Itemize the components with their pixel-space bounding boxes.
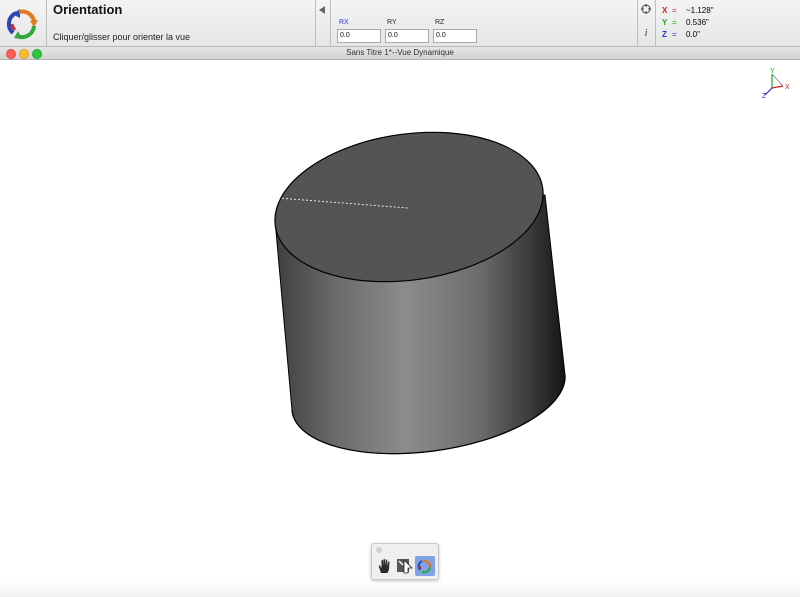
window-titlebar: Sans Titre 1*--Vue Dynamique bbox=[0, 47, 800, 60]
tool-palette: Orientation Cliquer/glisser pour oriente… bbox=[0, 0, 800, 47]
window-title: Sans Titre 1*--Vue Dynamique bbox=[346, 48, 454, 57]
separator bbox=[330, 0, 331, 46]
viewport-bottom-edge bbox=[0, 582, 800, 597]
triad-x-label: X bbox=[785, 84, 790, 91]
pan-hand-icon[interactable] bbox=[375, 556, 395, 576]
rz-input[interactable]: 0.0 bbox=[433, 29, 477, 43]
triad-y-label: Y bbox=[770, 68, 775, 75]
y-value: 0.536" bbox=[686, 18, 709, 27]
x-label: X bbox=[662, 6, 668, 15]
triad-z-label: Z bbox=[762, 93, 767, 100]
separator bbox=[655, 0, 656, 46]
tool-hint: Cliquer/glisser pour orienter la vue bbox=[53, 32, 191, 42]
snap-target-icon[interactable] bbox=[641, 4, 651, 14]
rx-label: RX bbox=[339, 19, 349, 26]
separator bbox=[315, 0, 316, 46]
rx-input[interactable]: 0.0 bbox=[337, 29, 381, 43]
3d-viewport[interactable]: Y X Z bbox=[0, 60, 800, 597]
separator bbox=[637, 0, 638, 46]
axis-triad: Y X Z bbox=[762, 68, 790, 100]
coordinate-readout: X = ~1.128" Y = 0.536" Z = 0.0" bbox=[662, 6, 714, 39]
ry-input[interactable]: 0.0 bbox=[385, 29, 429, 43]
rz-label: RZ bbox=[435, 19, 445, 26]
ry-label: RY bbox=[387, 19, 397, 26]
zoom-icon[interactable] bbox=[395, 556, 415, 576]
view-tools-palette bbox=[371, 543, 439, 580]
palette-close-button[interactable] bbox=[376, 547, 382, 553]
y-label: Y bbox=[662, 18, 668, 27]
z-label: Z bbox=[662, 30, 667, 39]
tool-title: Orientation bbox=[53, 2, 123, 17]
info-icon[interactable]: i bbox=[641, 29, 651, 39]
collapse-arrow-icon[interactable] bbox=[319, 6, 325, 14]
x-value: ~1.128" bbox=[686, 6, 714, 15]
orbit-rotate-icon bbox=[6, 9, 38, 40]
separator bbox=[46, 0, 47, 46]
orbit-rotate-icon[interactable] bbox=[415, 556, 435, 576]
z-value: 0.0" bbox=[686, 30, 700, 39]
